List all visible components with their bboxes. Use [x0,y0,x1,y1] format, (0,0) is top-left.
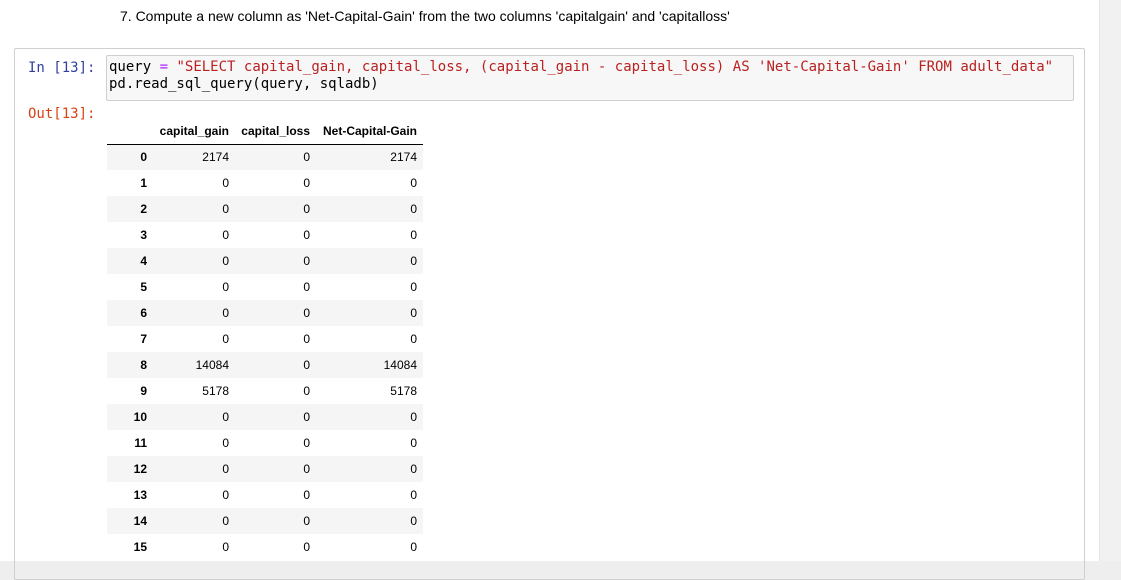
table-body: 0 2174 0 2174 1 0 0 0 2 0 0 0 3 0 0 0 4 0 0 0 5 0 0 0 6 0 0 0 7 0 0 0 8 1… [107,144,423,560]
row-index: 6 [140,306,147,320]
table-row: 10 0 0 0 [107,404,423,430]
markdown-cell-text: 7. Compute a new column as 'Net-Capital-… [120,8,730,24]
table-row: 13 0 0 0 [107,482,423,508]
table-cell: 0 [410,176,417,190]
index-header [107,118,153,145]
table-cell: 0 [303,332,310,346]
vertical-scrollbar[interactable] [1099,0,1121,561]
table-row: 6 0 0 0 [107,300,423,326]
table-cell: 0 [410,462,417,476]
table-row: 3 0 0 0 [107,222,423,248]
table-cell: 0 [303,384,310,398]
table-cell: 0 [222,410,229,424]
table-header-row: capital_gain capital_loss Net-Capital-Ga… [107,118,423,145]
table-row: 14 0 0 0 [107,508,423,534]
code-input-area[interactable]: query = "SELECT capital_gain, capital_lo… [106,55,1074,101]
row-index: 13 [133,488,147,502]
table-cell: 0 [303,150,310,165]
table-cell: 0 [410,228,417,242]
code-variable: query [109,59,152,75]
table-cell: 0 [303,540,310,554]
table-cell: 0 [303,228,310,242]
table-cell: 0 [303,358,310,372]
table-cell: 2174 [202,150,229,165]
table-cell: 0 [222,488,229,502]
code-line-2: pd.read_sql_query(query, sqladb) [109,76,379,92]
table-cell: 0 [222,280,229,294]
table-cell: 0 [303,514,310,528]
table-cell: 0 [410,280,417,294]
table-cell: 14084 [383,358,417,372]
row-index: 11 [134,436,147,450]
table-cell: 0 [222,254,229,268]
table-cell: 0 [303,488,310,502]
row-index: 9 [140,384,147,398]
row-index: 0 [140,150,147,165]
table-cell: 0 [303,202,310,216]
table-cell: 0 [410,436,417,450]
dataframe-table: capital_gain capital_loss Net-Capital-Ga… [107,118,423,560]
column-header: Net-Capital-Gain [316,118,423,145]
table-row: 0 2174 0 2174 [107,144,423,170]
table-cell: 0 [410,306,417,320]
table-cell: 0 [222,436,229,450]
row-index: 15 [133,540,147,554]
table-cell: 0 [410,514,417,528]
row-index: 10 [133,410,147,424]
table-cell: 0 [410,332,417,346]
table-cell: 0 [410,540,417,554]
table-cell: 5178 [390,384,417,398]
table-row: 5 0 0 0 [107,274,423,300]
row-index: 5 [140,280,147,294]
table-cell: 0 [410,410,417,424]
row-index: 12 [133,462,147,476]
table-row: 8 14084 0 14084 [107,352,423,378]
table-row: 2000 [107,196,423,222]
table-cell: 0 [222,202,229,216]
table-cell: 0 [303,436,310,450]
table-cell: 0 [303,462,310,476]
table-cell: 14084 [195,358,229,372]
table-cell: 5178 [202,384,229,398]
table-cell: 0 [410,202,417,216]
table-cell: 0 [222,540,229,554]
row-index: 1 [140,176,147,190]
row-index: 3 [140,228,147,242]
code-string: "SELECT capital_gain, capital_loss, (cap… [176,59,1054,75]
table-cell: 0 [303,410,310,424]
row-index: 7 [140,332,147,346]
table-cell: 0 [410,254,417,268]
table-cell: 2174 [390,150,417,165]
notebook-container: 7. Compute a new column as 'Net-Capital-… [0,0,1100,580]
table-row: 11 0 0 0 [107,430,423,456]
table-row: 7 0 0 0 [107,326,423,352]
table-cell: 0 [303,306,310,320]
output-prompt: Out[13]: [28,106,96,122]
table-cell: 0 [222,176,229,190]
table-cell: 0 [410,488,417,502]
row-index: 4 [140,254,147,268]
table-cell: 0 [222,462,229,476]
code-editor[interactable]: query = "SELECT capital_gain, capital_lo… [109,59,1053,93]
table-row: 12 0 0 0 [107,456,423,482]
table-cell: 0 [222,514,229,528]
row-index: 14 [133,514,147,528]
code-operator: = [159,59,169,75]
input-prompt: In [13]: [28,60,96,76]
table-cell: 0 [222,306,229,320]
row-index: 2 [140,202,147,216]
table-cell: 0 [222,332,229,346]
table-row: 4 0 0 0 [107,248,423,274]
table-cell: 0 [303,254,310,268]
table-cell: 0 [303,280,310,294]
column-header: capital_gain [153,118,235,145]
table-row: 1 0 0 0 [107,170,423,196]
table-row: 15 0 0 0 [107,534,423,560]
column-header: capital_loss [235,118,316,145]
row-index: 8 [140,358,147,372]
table-cell: 0 [303,176,310,190]
table-row: 9 5178 0 5178 [107,378,423,404]
table-cell: 0 [222,228,229,242]
